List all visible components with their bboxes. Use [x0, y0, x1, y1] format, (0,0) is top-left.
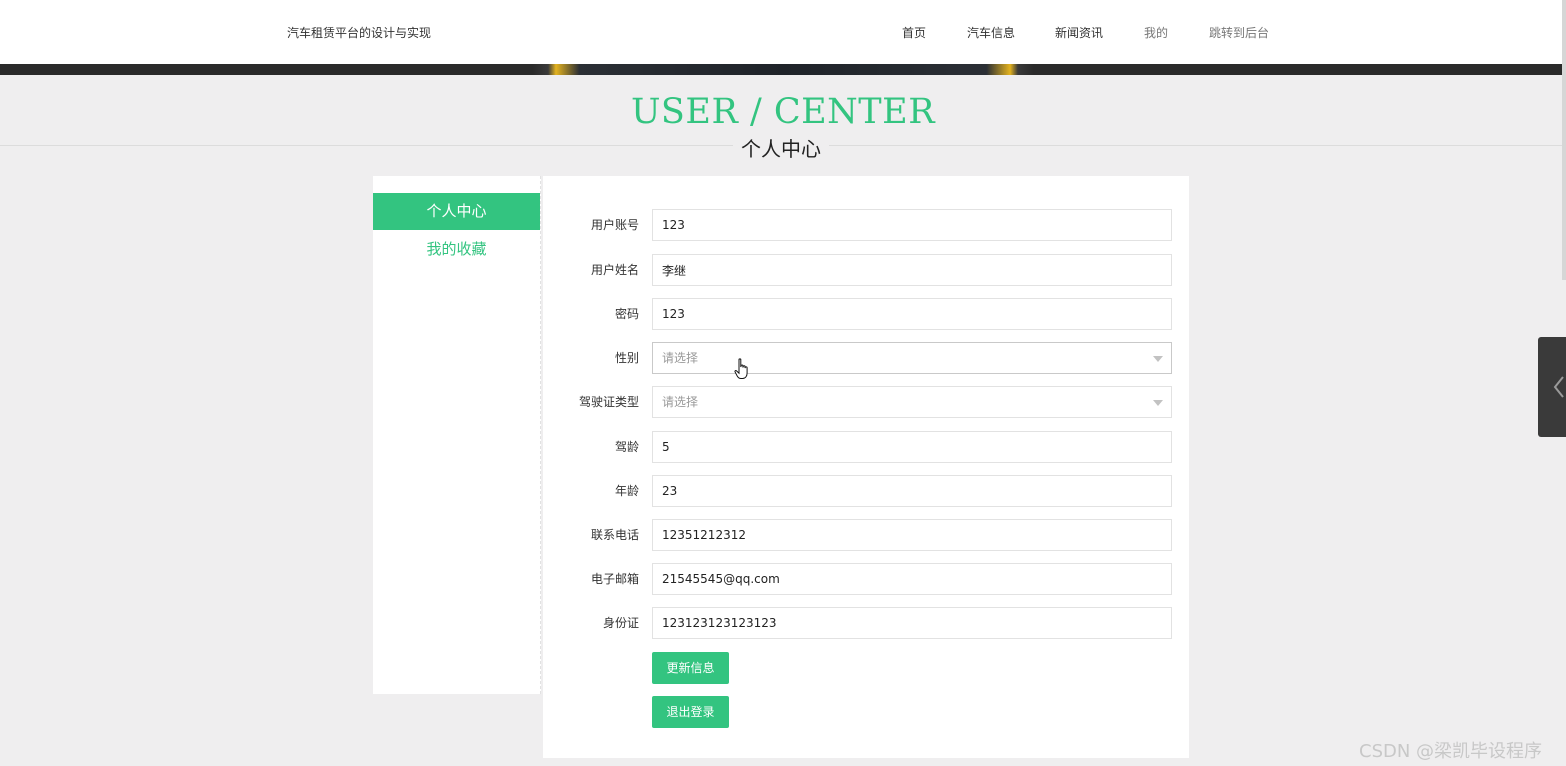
id-card-label: 身份证: [602, 616, 639, 630]
account-input[interactable]: [652, 209, 1172, 241]
sidebar-item-favorites[interactable]: 我的收藏: [373, 231, 540, 268]
banner-image-strip: [0, 64, 1566, 75]
csdn-watermark: CSDN @梁凯毕设程序: [1359, 741, 1543, 762]
name-input[interactable]: [652, 254, 1172, 286]
update-info-button[interactable]: 更新信息: [652, 652, 729, 684]
side-drawer-toggle[interactable]: [1538, 337, 1566, 437]
id-card-input[interactable]: [652, 607, 1172, 639]
hand-cursor-icon: [734, 358, 748, 379]
form-row-id-card: 身份证: [543, 607, 1189, 639]
password-label: 密码: [614, 307, 639, 321]
top-navbar: 汽车租赁平台的设计与实现 首页 汽车信息 新闻资讯 我的 跳转到后台: [0, 0, 1566, 64]
password-input[interactable]: [652, 298, 1172, 330]
form-row-email: 电子邮箱: [543, 563, 1189, 595]
gender-label: 性别: [614, 351, 639, 365]
license-type-select-placeholder: 请选择: [662, 395, 699, 409]
account-label: 用户账号: [590, 218, 639, 232]
form-row-name: 用户姓名: [543, 254, 1189, 286]
age-label: 年龄: [614, 484, 639, 498]
gender-select-placeholder: 请选择: [662, 351, 699, 365]
page-scrollbar[interactable]: [1562, 0, 1566, 280]
email-label: 电子邮箱: [590, 572, 639, 586]
form-row-license-type: 驾驶证类型 请选择: [543, 386, 1189, 418]
nav-car-info[interactable]: 汽车信息: [967, 24, 1015, 41]
logout-button[interactable]: 退出登录: [652, 696, 729, 728]
gender-select[interactable]: 请选择: [652, 342, 1172, 374]
form-row-phone: 联系电话: [543, 519, 1189, 551]
nav-mine[interactable]: 我的: [1144, 24, 1168, 41]
form-row-account: 用户账号: [543, 209, 1189, 241]
form-row-driving-years: 驾龄: [543, 431, 1189, 463]
driving-years-label: 驾龄: [614, 440, 639, 454]
profile-form-panel: 用户账号 用户姓名 密码 性别 请选择 驾驶证类型 请选择 驾龄 年龄 联系电话…: [543, 176, 1189, 758]
chevron-left-icon: [1553, 376, 1564, 398]
user-sidebar: 个人中心 我的收藏: [373, 176, 541, 694]
main-nav: 首页 汽车信息 新闻资讯 我的 跳转到后台: [0, 24, 1566, 44]
chevron-down-icon: [1153, 356, 1163, 362]
email-input[interactable]: [652, 563, 1172, 595]
phone-label: 联系电话: [590, 528, 639, 542]
license-type-label: 驾驶证类型: [578, 395, 639, 409]
page-title-chinese: 个人中心: [733, 133, 829, 162]
nav-news[interactable]: 新闻资讯: [1055, 24, 1103, 41]
nav-admin-jump[interactable]: 跳转到后台: [1209, 24, 1269, 41]
phone-input[interactable]: [652, 519, 1172, 551]
form-row-password: 密码: [543, 298, 1189, 330]
form-row-gender: 性别 请选择: [543, 342, 1189, 374]
nav-home[interactable]: 首页: [902, 24, 926, 41]
sidebar-item-profile[interactable]: 个人中心: [373, 193, 540, 230]
page-title-english: USER / CENTER: [630, 92, 936, 132]
license-type-select[interactable]: 请选择: [652, 386, 1172, 418]
name-label: 用户姓名: [590, 263, 639, 277]
driving-years-input[interactable]: [652, 431, 1172, 463]
form-row-age: 年龄: [543, 475, 1189, 507]
age-input[interactable]: [652, 475, 1172, 507]
chevron-down-icon: [1153, 400, 1163, 406]
